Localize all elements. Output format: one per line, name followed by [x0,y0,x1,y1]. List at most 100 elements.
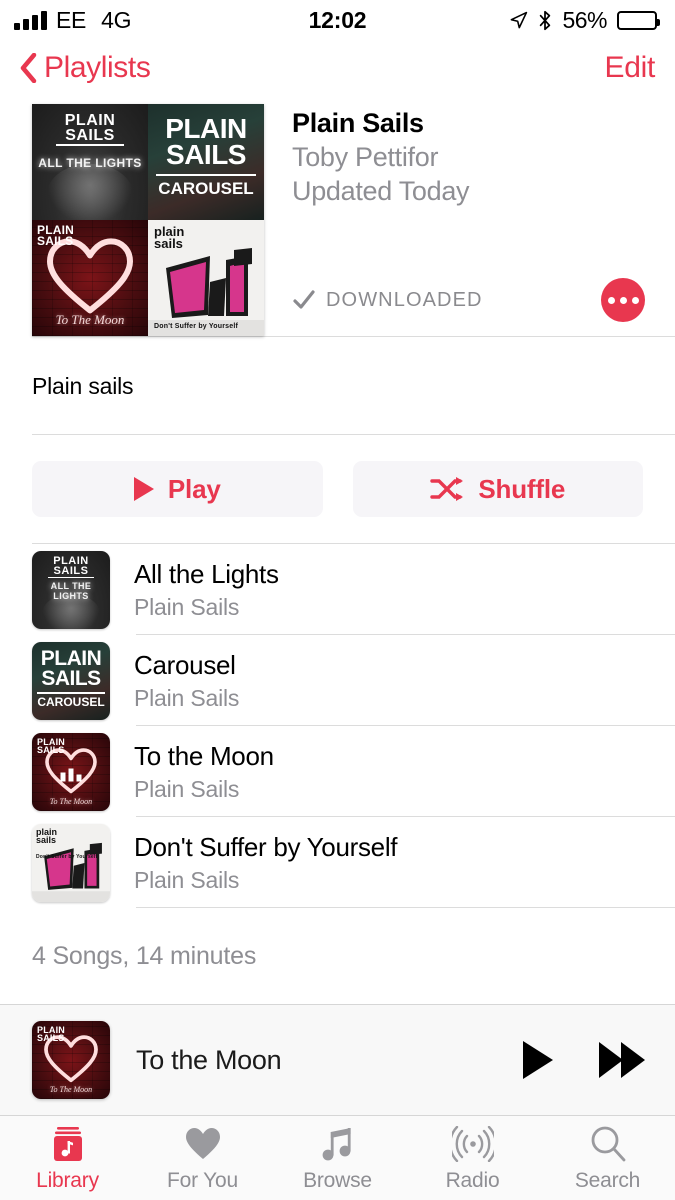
row-separator [136,907,675,908]
track-thumbnail: plain sails Don't Suffer by Yourself [32,823,110,902]
shuffle-label: Shuffle [478,473,566,504]
track-thumbnail: PLAIN SAILS CAROUSEL [32,641,110,720]
artwork-tile-carousel: PLAIN SAILS CAROUSEL [148,104,264,220]
tab-label: Browse [303,1168,372,1192]
artwork-subtitle-label: Don't Suffer by Yourself [154,323,238,330]
artwork-brand-label: PLAIN SAILS [165,113,247,170]
downloaded-label: DOWNLOADED [326,288,483,311]
tab-for-you[interactable]: For You [135,1124,270,1193]
playlist-updated: Updated Today [292,176,470,206]
artwork-brand-label: plain sails [154,224,185,251]
tab-label: Radio [445,1168,500,1192]
signal-bars-icon [14,10,47,30]
track-info: Don't Suffer by Yourself Plain Sails [110,831,675,895]
mini-player-artwork: PLAIN SAILS To The Moon [32,1021,110,1099]
playlist-meta: Plain Sails Toby Pettifor Updated Today … [264,104,655,336]
carrier-label: EE [56,6,87,33]
tab-library[interactable]: Library [0,1124,135,1193]
track-artist: Plain Sails [134,684,240,711]
bird-graphic [47,164,133,220]
artwork-subtitle-label: To The Moon [55,312,125,327]
track-artist: Plain Sails [134,775,240,802]
playlist-curator: Toby Pettifor [292,142,439,172]
track-info: To the Moon Plain Sails [110,740,675,804]
artwork-tile-to-the-moon: PLAIN SAILS To The Moon [32,220,148,336]
playback-actions: Play Shuffle [0,435,675,517]
table-row[interactable]: PLAIN SAILS CAROUSEL Carousel Plain Sails [0,635,675,726]
ellipsis-dot [619,296,627,304]
artwork-subtitle-label: CAROUSEL [158,179,254,198]
radio-waves-icon [451,1124,494,1164]
mini-player-play-button[interactable] [523,1041,599,1079]
tab-label: Library [36,1168,99,1192]
playlist-header: PLAIN SAILS ALL THE LIGHTS PLAIN SAILS CAR… [0,96,675,336]
playlist-summary: 4 Songs, 14 minutes [32,942,257,970]
track-artist: Plain Sails [134,866,240,893]
mini-player-forward-button[interactable] [599,1042,645,1078]
tab-search[interactable]: Search [540,1124,675,1193]
track-title: To the Moon [134,740,274,771]
fast-forward-icon [621,1042,645,1078]
location-arrow-icon [511,11,528,28]
track-title: Don't Suffer by Yourself [134,831,398,862]
shuffle-button[interactable]: Shuffle [352,461,643,517]
track-list: PLAIN SAILS ALL THE LIGHTS All the Lights… [0,543,675,908]
back-label: Playlists [44,51,151,84]
mini-player-title: To the Moon [136,1044,282,1075]
artwork-brand-label: PLAIN SAILS [32,113,148,146]
status-bar: EE 4G 12:02 56% [0,0,675,40]
tab-bar: Library For You Browse Radio Search [0,1116,675,1200]
search-icon [589,1124,627,1164]
shuffle-icon [430,477,464,501]
artwork-tile-dont-suffer: plain sails Don't Suffer by Yourself [148,220,264,336]
track-thumbnail: PLAIN SAILS ALL THE LIGHTS [32,550,110,629]
track-info: All the Lights Plain Sails [110,558,675,622]
library-icon [50,1124,86,1164]
music-note-icon [320,1124,356,1164]
more-options-button[interactable] [601,278,645,322]
play-icon [133,477,154,501]
tab-radio[interactable]: Radio [405,1124,540,1193]
track-thumbnail: PLAIN SAILS To The Moon [32,732,110,811]
status-bar-right: 56% [509,6,660,34]
track-title: All the Lights [134,558,279,589]
artwork-brand-label: PLAIN SAILS [37,223,74,248]
play-icon [523,1041,553,1079]
status-bar-left: EE 4G [14,7,131,34]
downloaded-row: DOWNLOADED [292,278,655,336]
table-row[interactable]: PLAIN SAILS ALL THE LIGHTS All the Lights… [0,544,675,635]
track-info: Carousel Plain Sails [110,649,675,713]
now-playing-indicator [60,768,82,782]
artwork-subtitle-label: ALL THE LIGHTS [38,156,142,170]
table-row[interactable]: PLAIN SAILS To The Moon To the Moon Plain… [0,726,675,817]
tab-label: For You [167,1168,238,1192]
artwork-tile-all-the-lights: PLAIN SAILS ALL THE LIGHTS [32,104,148,220]
battery-icon [617,10,660,30]
ellipsis-dot [607,296,615,304]
play-label: Play [167,473,221,504]
network-type-label: 4G [101,6,132,33]
chevron-left-icon [20,53,37,83]
back-button[interactable]: Playlists [20,51,151,85]
app-screen: EE 4G 12:02 56% Playlists Edit PLAIN SAI… [0,0,675,1200]
playlist-title: Plain Sails [292,108,424,138]
artwork-rule [156,174,256,176]
neon-heart-icon [47,238,133,314]
heart-icon [184,1124,222,1164]
mini-player[interactable]: PLAIN SAILS To The Moon To the Moon [0,1004,675,1116]
battery-percent-label: 56% [562,6,607,33]
track-title: Carousel [134,649,236,680]
fast-forward-icon [599,1042,623,1078]
tab-label: Search [574,1168,641,1192]
checkmark-icon [293,290,315,309]
table-row[interactable]: plain sails Don't Suffer by Yourself Don'… [0,817,675,908]
track-artist: Plain Sails [134,593,240,620]
bluetooth-icon [540,10,551,30]
playlist-description: Plain sails [32,373,134,399]
playlist-artwork[interactable]: PLAIN SAILS ALL THE LIGHTS PLAIN SAILS CAR… [32,104,264,336]
tab-browse[interactable]: Browse [270,1124,405,1193]
play-button[interactable]: Play [32,461,323,517]
edit-button[interactable]: Edit [605,51,656,85]
nav-bar: Playlists Edit [0,40,675,96]
ellipsis-dot [631,296,639,304]
